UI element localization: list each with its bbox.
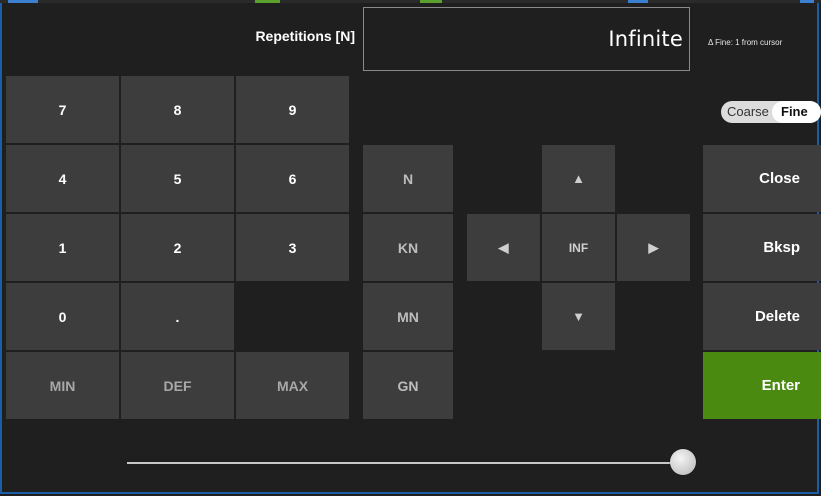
toggle-fine-option[interactable]: Fine [772,101,821,123]
arrow-right-icon: ▶ [648,239,659,255]
key-0[interactable]: 0 [6,283,119,350]
nav-up-button[interactable]: ▲ [542,145,615,212]
delete-button[interactable]: Delete [703,283,821,350]
nav-down-button[interactable]: ▼ [542,283,615,350]
value-slider-track[interactable] [127,462,683,464]
top-strip [0,0,821,3]
nav-right-button[interactable]: ▶ [617,214,690,281]
unit-mn-button[interactable]: MN [363,283,453,350]
toggle-coarse-option[interactable]: Coarse [727,101,769,123]
key-7[interactable]: 7 [6,76,119,143]
coarse-fine-toggle[interactable]: Coarse Fine [721,101,821,123]
close-button[interactable]: Close [703,145,821,212]
key-1[interactable]: 1 [6,214,119,281]
arrow-left-icon: ◀ [498,239,509,255]
value-slider-thumb[interactable] [670,449,696,475]
arrow-up-icon: ▲ [572,171,585,186]
arrow-down-icon: ▼ [572,309,585,324]
key-9[interactable]: 9 [236,76,349,143]
key-8[interactable]: 8 [121,76,234,143]
unit-gn-button[interactable]: GN [363,352,453,419]
key-def[interactable]: DEF [121,352,234,419]
key-2[interactable]: 2 [121,214,234,281]
value-text: Infinite [608,27,683,51]
unit-kn-button[interactable]: KN [363,214,453,281]
parameter-label: Repetitions [N] [255,28,355,44]
value-display: Infinite [363,7,690,71]
enter-button[interactable]: Enter [703,352,821,419]
key-5[interactable]: 5 [121,145,234,212]
nav-left-button[interactable]: ◀ [467,214,540,281]
key-max[interactable]: MAX [236,352,349,419]
key-3[interactable]: 3 [236,214,349,281]
step-hint: Δ Fine: 1 from cursor [708,38,783,47]
key-min[interactable]: MIN [6,352,119,419]
key-6[interactable]: 6 [236,145,349,212]
backspace-button[interactable]: Bksp [703,214,821,281]
unit-n-button[interactable]: N [363,145,453,212]
key-4[interactable]: 4 [6,145,119,212]
nav-inf-button[interactable]: INF [542,214,615,281]
key-decimal[interactable]: . [121,283,234,350]
